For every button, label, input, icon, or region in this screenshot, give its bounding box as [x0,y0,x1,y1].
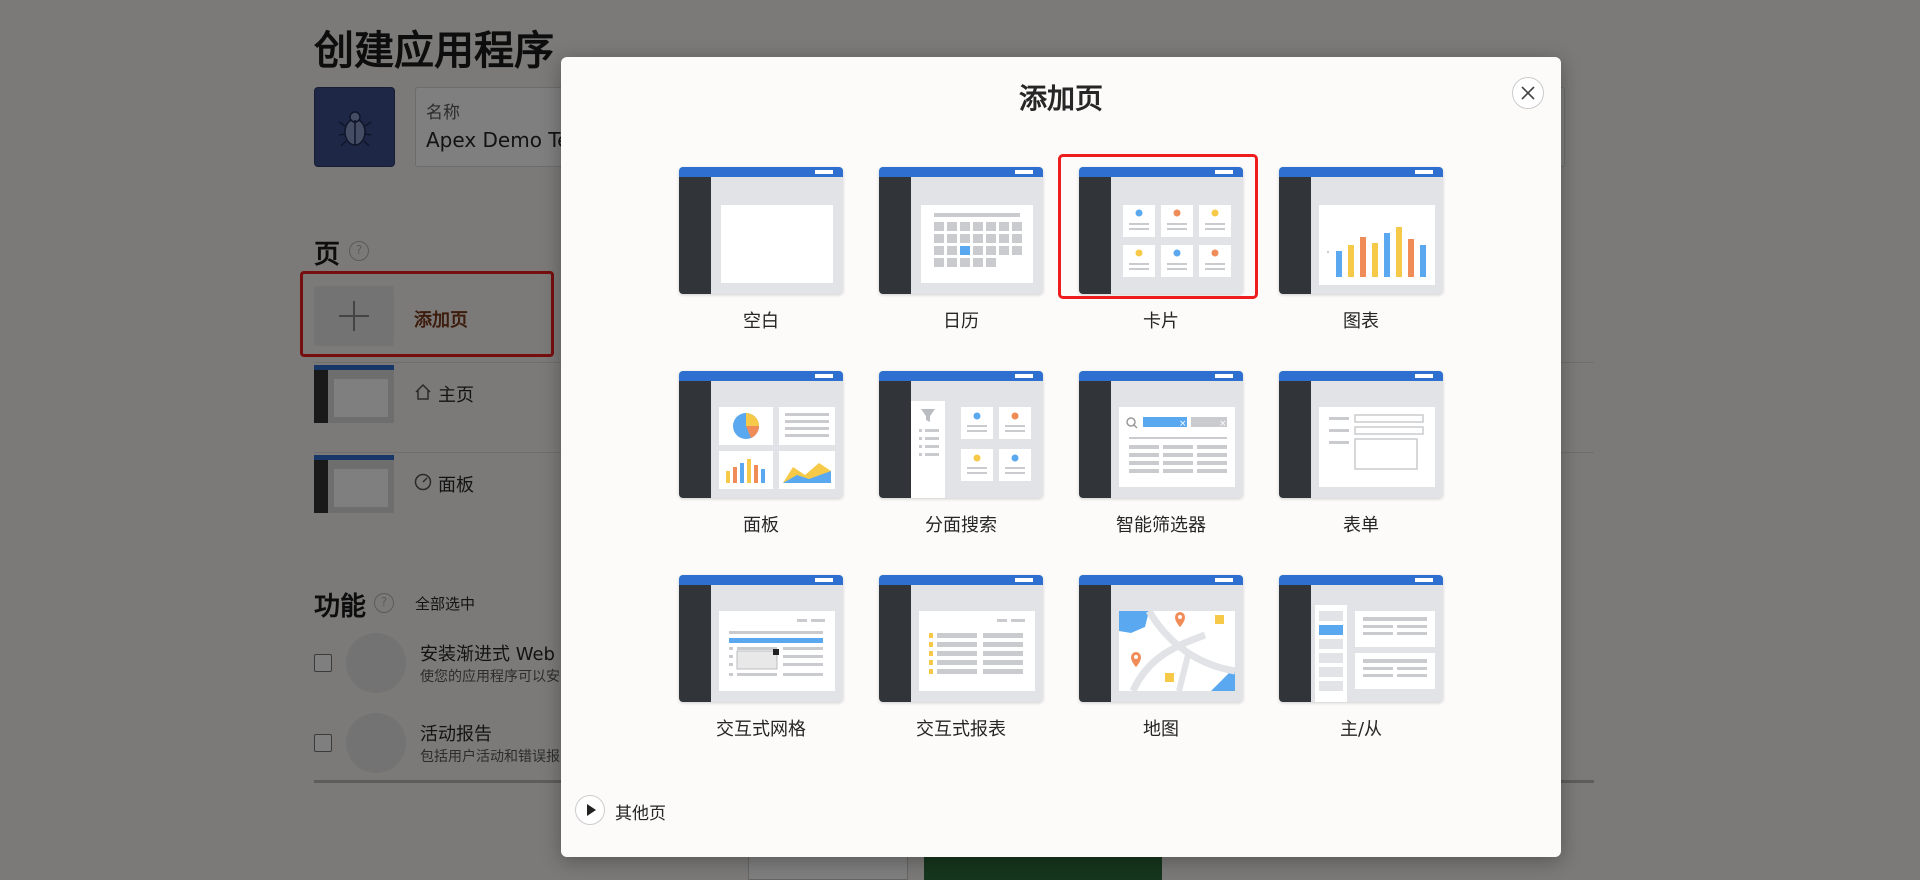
card-label: 地图 [1143,719,1179,740]
page-type-card-smart-filters[interactable]: × × 智能筛选器 [1079,371,1243,536]
card-label: 分面搜索 [925,515,997,536]
page-type-card-form[interactable]: 表单 [1279,371,1443,536]
other-pages-label[interactable]: 其他页 [615,799,666,824]
smart-filters-thumbnail: × × [1079,371,1243,498]
page-type-card-blank[interactable]: 空白 [679,167,843,332]
expand-other-pages-button[interactable] [575,795,605,825]
chart-thumbnail [1279,167,1443,294]
card-label: 图表 [1343,311,1379,332]
svg-text:×: × [1179,419,1187,429]
card-label: 交互式报表 [916,719,1006,740]
card-label: 面板 [743,515,779,536]
master-detail-thumbnail [1279,575,1443,702]
svg-text:×: × [1219,419,1227,429]
page-type-card-interactive-report[interactable]: 交互式报表 [879,575,1043,740]
blank-page-thumbnail [679,167,843,294]
selected-highlight-box [1058,154,1258,299]
card-label: 卡片 [1143,311,1179,332]
card-label: 日历 [943,311,979,332]
page-type-card-calendar[interactable]: 日历 [879,167,1043,332]
play-icon [587,804,596,816]
card-label: 空白 [743,311,779,332]
close-icon [1521,86,1535,100]
faceted-search-thumbnail [879,371,1043,498]
card-label: 表单 [1343,515,1379,536]
map-thumbnail [1079,575,1243,702]
calendar-thumbnail [879,167,1043,294]
page-type-card-master-detail[interactable]: 主/从 [1279,575,1443,740]
page-type-card-faceted-search[interactable]: 分面搜索 [879,371,1043,536]
interactive-report-thumbnail [879,575,1043,702]
card-label: 交互式网格 [716,719,806,740]
interactive-grid-thumbnail [679,575,843,702]
page-type-card-chart[interactable]: 图表 [1279,167,1443,332]
dialog-title: 添加页 [1018,82,1103,115]
close-button[interactable] [1512,77,1544,109]
page-type-card-map[interactable]: 地图 [1079,575,1243,740]
card-label: 主/从 [1339,719,1383,740]
add-page-dialog: 添加页 空白 日历 卡片 图表 面板 分面搜索 × × 智能筛选器 表单 交互式… [561,57,1561,857]
page-type-card-interactive-grid[interactable]: 交互式网格 [679,575,843,740]
dashboard-thumbnail [679,371,843,498]
card-label: 智能筛选器 [1116,515,1206,536]
page-type-card-dashboard[interactable]: 面板 [679,371,843,536]
form-thumbnail [1279,371,1443,498]
